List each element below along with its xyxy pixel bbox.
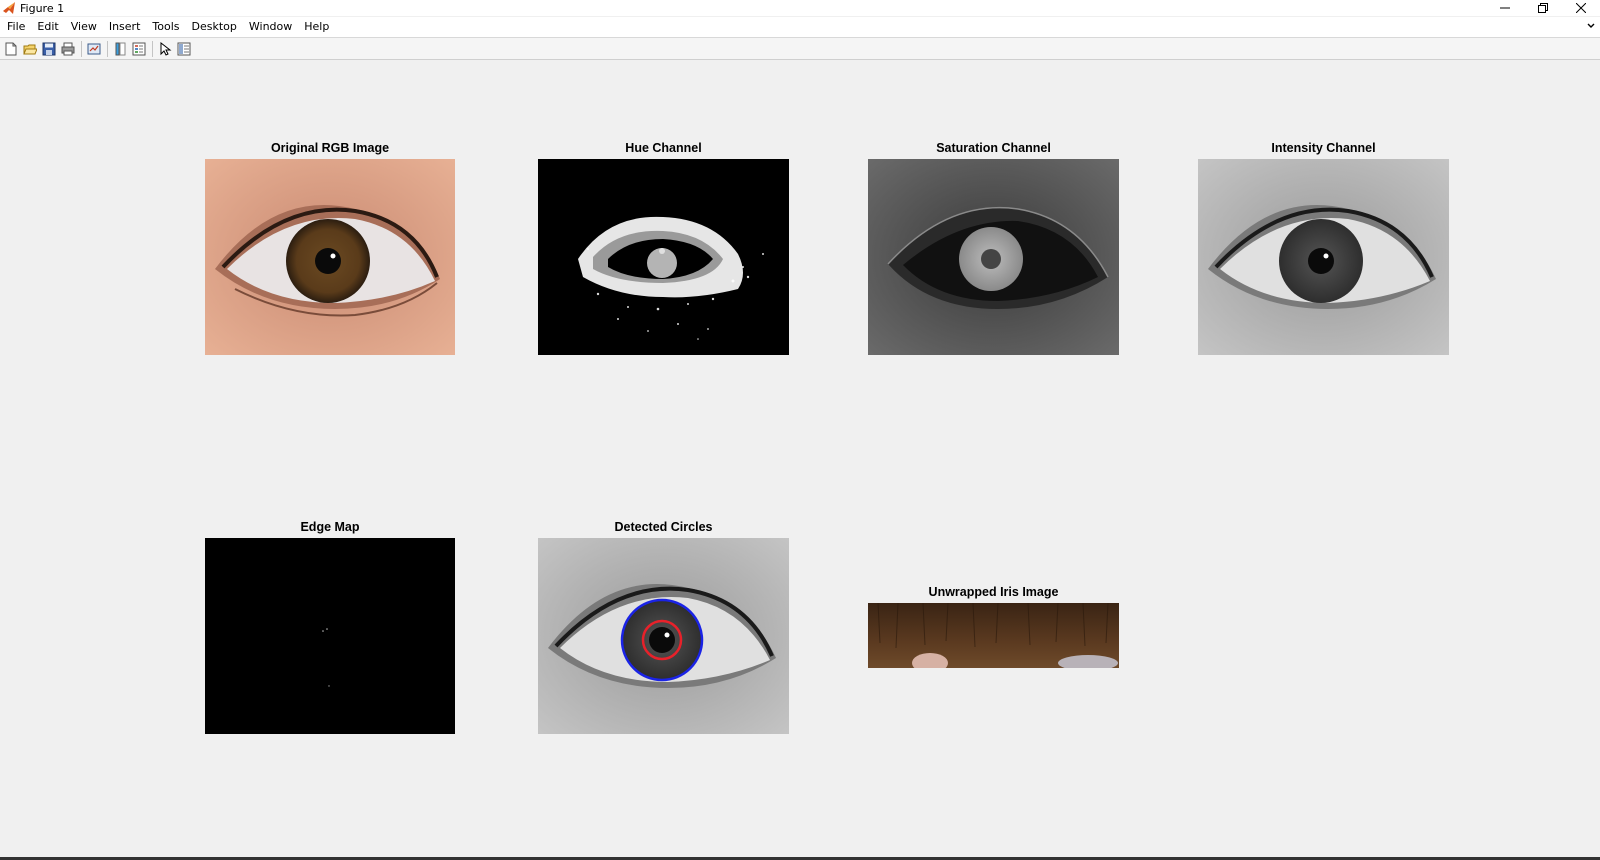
title-bar: Figure 1 (0, 0, 1600, 16)
pupil-boundary-circle (641, 619, 683, 661)
hue-channel-image (538, 159, 789, 355)
save-icon (42, 42, 56, 55)
unwrapped-iris-image (868, 603, 1119, 668)
save-button[interactable] (40, 40, 58, 58)
print-button[interactable] (59, 40, 77, 58)
print-icon (61, 42, 75, 55)
axes-unwrapped-iris[interactable]: Unwrapped Iris Image (868, 585, 1119, 668)
axes-title: Intensity Channel (1271, 141, 1376, 155)
axes-title: Unwrapped Iris Image (928, 585, 1059, 599)
axes-intensity[interactable]: Intensity Channel (1198, 141, 1449, 355)
axes-title: Detected Circles (614, 520, 713, 534)
legend-icon (132, 42, 146, 55)
iris-boundary-circle (620, 598, 704, 682)
original-rgb-image (205, 159, 455, 355)
menu-tools[interactable]: Tools (146, 17, 185, 37)
edit-plot-icon (160, 41, 172, 56)
axes-title: Original RGB Image (270, 141, 390, 155)
circle-overlay (620, 598, 704, 682)
axes-title: Hue Channel (625, 141, 702, 155)
axes-edge-map[interactable]: Edge Map (205, 520, 455, 734)
restore-icon (1538, 3, 1548, 13)
menu-file[interactable]: File (0, 17, 31, 37)
edit-plot-button[interactable] (156, 40, 174, 58)
chevron-down-icon[interactable] (1586, 21, 1596, 31)
new-figure-button[interactable] (2, 40, 20, 58)
open-file-button[interactable] (21, 40, 39, 58)
axes-title: Edge Map (300, 520, 360, 534)
property-inspector-button[interactable] (175, 40, 193, 58)
menu-help[interactable]: Help (298, 17, 335, 37)
axes-original-rgb[interactable]: Original RGB Image (205, 141, 455, 355)
open-file-icon (23, 44, 37, 54)
intensity-channel-image (1198, 159, 1449, 355)
axes-detected-circles[interactable]: Detected Circles (538, 520, 789, 734)
menu-view[interactable]: View (65, 17, 103, 37)
toolbar-separator (81, 40, 82, 57)
toolbar-separator (152, 40, 153, 57)
axes-title: Saturation Channel (936, 141, 1051, 155)
colorbar-icon (115, 42, 126, 55)
saturation-channel-image (868, 159, 1119, 355)
link-plot-button[interactable] (85, 40, 103, 58)
menu-edit[interactable]: Edit (31, 17, 64, 37)
window-controls (1486, 0, 1600, 16)
new-figure-icon (5, 42, 17, 55)
axes-hue[interactable]: Hue Channel (538, 141, 789, 355)
close-button[interactable] (1562, 0, 1600, 16)
property-inspector-icon (177, 42, 191, 55)
colorbar-button[interactable] (111, 40, 129, 58)
matlab-icon (3, 2, 15, 14)
minimize-button[interactable] (1486, 0, 1524, 16)
menu-bar: File Edit View Insert Tools Desktop Wind… (0, 17, 1600, 38)
link-plot-icon (87, 43, 101, 54)
toolbar-separator (107, 40, 108, 57)
legend-button[interactable] (130, 40, 148, 58)
menu-desktop[interactable]: Desktop (186, 17, 243, 37)
close-icon (1576, 3, 1586, 13)
edge-map-image (205, 538, 455, 734)
menu-window[interactable]: Window (243, 17, 298, 37)
window-title: Figure 1 (20, 1, 65, 15)
figure-toolbar (0, 38, 1600, 60)
minimize-icon (1500, 7, 1510, 9)
menu-insert[interactable]: Insert (103, 17, 147, 37)
restore-button[interactable] (1524, 0, 1562, 16)
axes-saturation[interactable]: Saturation Channel (868, 141, 1119, 355)
